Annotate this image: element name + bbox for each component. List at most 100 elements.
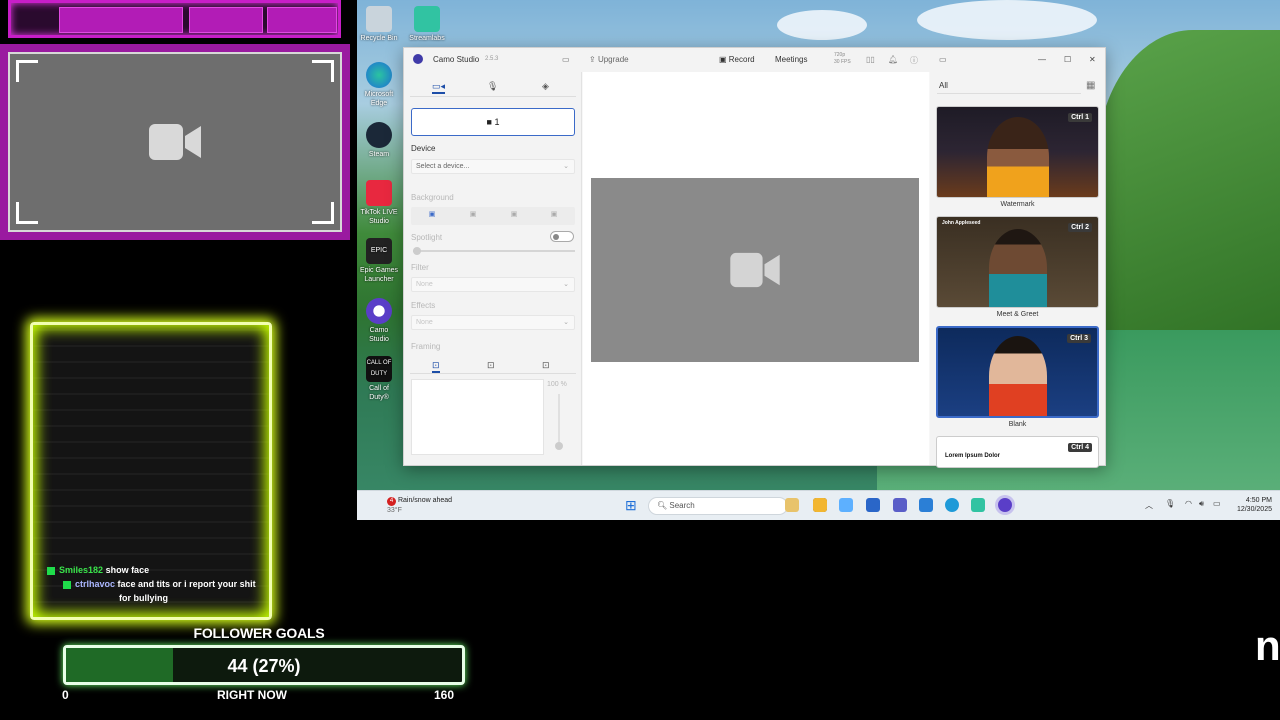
tab-video-icon[interactable]: ▭◂ xyxy=(432,81,446,94)
tab-audio-icon[interactable]: 🎙︎ xyxy=(487,81,498,92)
layout-icon[interactable]: ▯▯ xyxy=(866,55,875,64)
steam-icon xyxy=(366,122,392,148)
edge-icon xyxy=(366,62,392,88)
streamlabs-taskbar-icon[interactable] xyxy=(971,498,985,512)
follower-goals-min: 0 xyxy=(62,688,69,702)
notifications-icon[interactable]: 🔔︎ xyxy=(888,55,898,64)
scene-name-overlay: Lorem Ipsum Dolor xyxy=(945,453,1001,459)
record-button[interactable]: ▣ Record xyxy=(719,55,755,64)
chat-box: Smiles182 show face ctrlhavoc face and t… xyxy=(30,322,272,620)
follower-goals-now-label: RIGHT NOW xyxy=(217,688,287,702)
camo-taskbar-icon[interactable] xyxy=(998,498,1012,512)
title-bar: Camo Studio 2.5.3 ▭ ⇪ Upgrade ▣ Record M… xyxy=(404,48,1105,72)
scenes-filter-select[interactable]: All xyxy=(937,78,1081,94)
scene-card-4[interactable]: Lorem Ipsum Dolor Ctrl 4 xyxy=(936,436,1099,468)
taskbar-clock[interactable]: 4:50 PM 12/30/2025 xyxy=(1237,496,1272,514)
battery-icon[interactable]: ▭ xyxy=(1213,499,1221,508)
desktop-icon-recycle-bin[interactable]: Recycle Bin xyxy=(359,6,399,43)
volume-icon[interactable]: 🔊︎ xyxy=(1199,499,1204,509)
scenes-panel: All ▦ Ctrl 1 Watermark John Appleseed Ct… xyxy=(930,72,1105,468)
chevron-down-icon: ⌄ xyxy=(563,281,569,288)
file-explorer-icon[interactable] xyxy=(785,498,799,512)
desktop-icon-edge[interactable]: Microsoft Edge xyxy=(359,62,399,108)
framing-preview[interactable] xyxy=(411,379,544,455)
windows-start-icon[interactable]: ⊞ xyxy=(625,497,639,513)
settings-panel: ▭◂ 🎙︎ ◈ ■ 1 Device Select a device... ⌄ B… xyxy=(404,72,582,465)
scene-card-meet-greet[interactable]: John Appleseed Ctrl 2 xyxy=(936,216,1099,308)
zoom-slider[interactable] xyxy=(555,394,563,450)
spotlight-slider[interactable] xyxy=(413,247,575,255)
chat-message: ctrlhavoc face and tits or i report your… xyxy=(63,579,256,589)
tiktok-icon xyxy=(366,180,392,206)
scene-card-blank[interactable]: Ctrl 3 xyxy=(936,326,1099,418)
spotlight-toggle[interactable] xyxy=(550,231,574,242)
help-icon[interactable]: ⓘ xyxy=(910,55,918,66)
grid-view-icon[interactable]: ▦ xyxy=(1086,80,1095,91)
background-blur-icon[interactable]: ▣ xyxy=(467,210,479,222)
app-title: Camo Studio xyxy=(433,55,480,64)
follower-goals-title: FOLLOWER GOALS xyxy=(193,625,325,641)
weather-widget[interactable]: 4 Rain/snow ahead 33°F xyxy=(387,496,452,515)
framing-face-icon[interactable]: ⊡ xyxy=(542,360,550,371)
frame-segment xyxy=(189,7,263,33)
follower-goals-bar: 44 (27%) xyxy=(63,645,465,685)
filter-select[interactable]: None ⌄ xyxy=(411,277,575,292)
edge-taskbar-icon[interactable] xyxy=(945,498,959,512)
scene-card-watermark[interactable]: Ctrl 1 xyxy=(936,106,1099,198)
desktop-icon-cod[interactable]: CALL OF DUTY Call of Duty® xyxy=(359,356,399,402)
desktop-icon-streamlabs[interactable]: Streamlabs xyxy=(407,6,447,43)
effects-select[interactable]: None ⌄ xyxy=(411,315,575,330)
camera-select-button[interactable]: ■ 1 xyxy=(411,108,575,136)
wifi-icon[interactable]: ◠ xyxy=(1185,499,1192,508)
shortcut-badge: Ctrl 2 xyxy=(1068,223,1092,232)
cam-top-bar xyxy=(8,0,341,38)
microphone-icon[interactable]: 🎙︎ xyxy=(1165,499,1175,508)
upgrade-button[interactable]: ⇪ Upgrade xyxy=(589,55,629,64)
presenter-image xyxy=(988,229,1047,307)
copilot-icon[interactable] xyxy=(839,498,853,512)
minimize-button[interactable]: — xyxy=(1038,55,1046,64)
background-replace-icon[interactable]: ▣ xyxy=(508,210,520,222)
video-camera-icon xyxy=(149,124,201,160)
background-image-icon[interactable]: ▣ xyxy=(548,210,560,222)
chevron-down-icon: ⌄ xyxy=(563,163,569,170)
device-select[interactable]: Select a device... ⌄ xyxy=(411,159,575,174)
maximize-button[interactable]: ☐ xyxy=(1064,55,1071,64)
spotlight-label: Spotlight xyxy=(411,233,443,242)
presenter-image xyxy=(986,117,1049,197)
framing-manual-icon[interactable]: ⊡ xyxy=(432,360,440,373)
framing-auto-icon[interactable]: ⊡ xyxy=(487,360,495,371)
scene-name-overlay: John Appleseed xyxy=(942,220,981,226)
resolution-readout: 720p 30 FPS xyxy=(834,52,851,65)
framing-tabs: ⊡ ⊡ ⊡ xyxy=(410,356,576,374)
chat-message-continued: for bullying xyxy=(119,593,168,603)
tab-layers-icon[interactable]: ◈ xyxy=(542,81,549,92)
scene-label: Blank xyxy=(1008,421,1027,428)
desktop-icon-epic[interactable]: EPIC Epic Games Launcher xyxy=(359,238,399,284)
background-options: ▣ ▣ ▣ ▣ xyxy=(411,207,575,225)
teams-icon[interactable] xyxy=(893,498,907,512)
shortcut-badge: Ctrl 4 xyxy=(1068,443,1092,452)
partial-text: n xyxy=(1255,622,1280,669)
desktop-icon-tiktok[interactable]: TikTok LIVE Studio xyxy=(359,180,399,226)
webcam-placeholder xyxy=(8,52,342,232)
chat-badge-icon xyxy=(63,580,71,589)
call-of-duty-icon: CALL OF DUTY xyxy=(366,356,392,382)
close-button[interactable]: ✕ xyxy=(1089,55,1096,64)
taskbar-search[interactable]: 🔍︎ Search xyxy=(648,497,788,515)
desktop-icon-camo[interactable]: Camo Studio xyxy=(359,298,399,344)
panel-toggle-icon[interactable]: ▭ xyxy=(939,55,947,64)
outlook-icon[interactable] xyxy=(919,498,933,512)
tray-chevron-icon[interactable]: ︿ xyxy=(1145,500,1153,511)
filter-label: Filter xyxy=(411,263,429,272)
epic-games-icon: EPIC xyxy=(366,238,392,264)
background-none-icon[interactable]: ▣ xyxy=(426,210,438,222)
folder-icon[interactable] xyxy=(813,498,827,512)
meetings-button[interactable]: Meetings xyxy=(775,55,807,64)
sidebar-toggle-icon[interactable]: ▭ xyxy=(562,55,570,64)
frame-segment xyxy=(59,7,183,33)
office-icon[interactable] xyxy=(866,498,880,512)
recycle-bin-icon xyxy=(366,6,392,32)
presenter-image xyxy=(988,336,1047,416)
desktop-icon-steam[interactable]: Steam xyxy=(359,122,399,159)
